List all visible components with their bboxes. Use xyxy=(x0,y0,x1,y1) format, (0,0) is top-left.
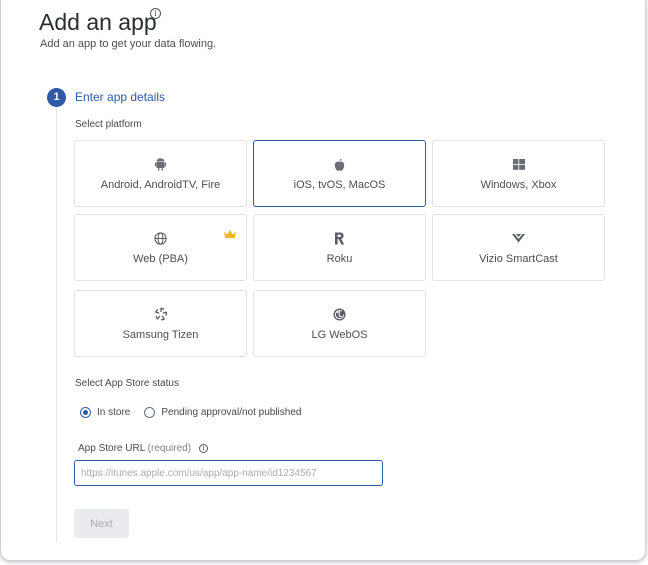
apple-icon xyxy=(254,157,425,171)
radio-in-store[interactable]: In store xyxy=(80,407,130,418)
platform-tile-label: iOS, tvOS, MacOS xyxy=(293,179,386,191)
platform-tile-label: Samsung Tizen xyxy=(122,329,199,341)
platform-tile-label: Windows, Xbox xyxy=(480,179,557,191)
store-status-label: Select App Store status xyxy=(75,378,179,389)
platform-tile-ios[interactable]: iOS, tvOS, MacOS xyxy=(253,140,426,207)
windows-icon xyxy=(433,157,604,171)
store-status-radio-group: In store Pending approval/not published xyxy=(80,407,315,418)
platform-tile-label: LG WebOS xyxy=(311,329,368,341)
platform-tile-tizen[interactable]: Samsung Tizen xyxy=(74,290,247,357)
android-icon xyxy=(75,157,246,171)
required-hint: (required) xyxy=(147,443,192,454)
step-connector-line xyxy=(56,106,57,542)
radio-unselected-icon[interactable] xyxy=(144,407,156,418)
platform-tile-vizio[interactable]: Vizio SmartCast xyxy=(432,214,605,281)
info-icon[interactable]: i xyxy=(198,444,208,453)
next-button[interactable]: Next xyxy=(74,509,129,538)
tizen-icon xyxy=(75,307,246,321)
platform-tile-label: Vizio SmartCast xyxy=(479,253,558,265)
page-title: Add an app xyxy=(39,9,157,35)
roku-icon xyxy=(254,231,425,245)
radio-label: Pending approval/not published xyxy=(161,407,302,418)
radio-label: In store xyxy=(97,407,131,418)
radio-selected-icon[interactable] xyxy=(80,407,91,418)
page-subtitle: Add an app to get your data flowing. xyxy=(40,38,217,50)
platform-tile-lg[interactable]: LG WebOS xyxy=(253,290,426,357)
platform-tile-label: Android, AndroidTV, Fire xyxy=(100,179,221,191)
step-number-badge: 1 xyxy=(47,88,66,107)
app-store-url-label: App Store URL (required) i xyxy=(78,443,208,454)
platform-tile-roku[interactable]: Roku xyxy=(253,214,426,281)
platform-tile-label: Web (PBA) xyxy=(133,253,188,265)
step-title: Enter app details xyxy=(75,90,166,104)
select-platform-label: Select platform xyxy=(75,119,142,130)
app-store-url-input[interactable] xyxy=(74,460,383,486)
lg-icon xyxy=(254,307,425,321)
url-label-text: App Store URL xyxy=(78,443,145,454)
platform-tile-label: Roku xyxy=(326,253,353,265)
info-icon[interactable]: i xyxy=(150,8,161,19)
platform-tile-windows[interactable]: Windows, Xbox xyxy=(432,140,605,207)
platform-tile-android[interactable]: Android, AndroidTV, Fire xyxy=(74,140,247,207)
vizio-icon xyxy=(433,231,604,245)
globe-icon xyxy=(75,231,246,245)
platform-tile-web[interactable]: Web (PBA) xyxy=(74,214,247,281)
radio-pending-approval[interactable]: Pending approval/not published xyxy=(144,407,301,418)
